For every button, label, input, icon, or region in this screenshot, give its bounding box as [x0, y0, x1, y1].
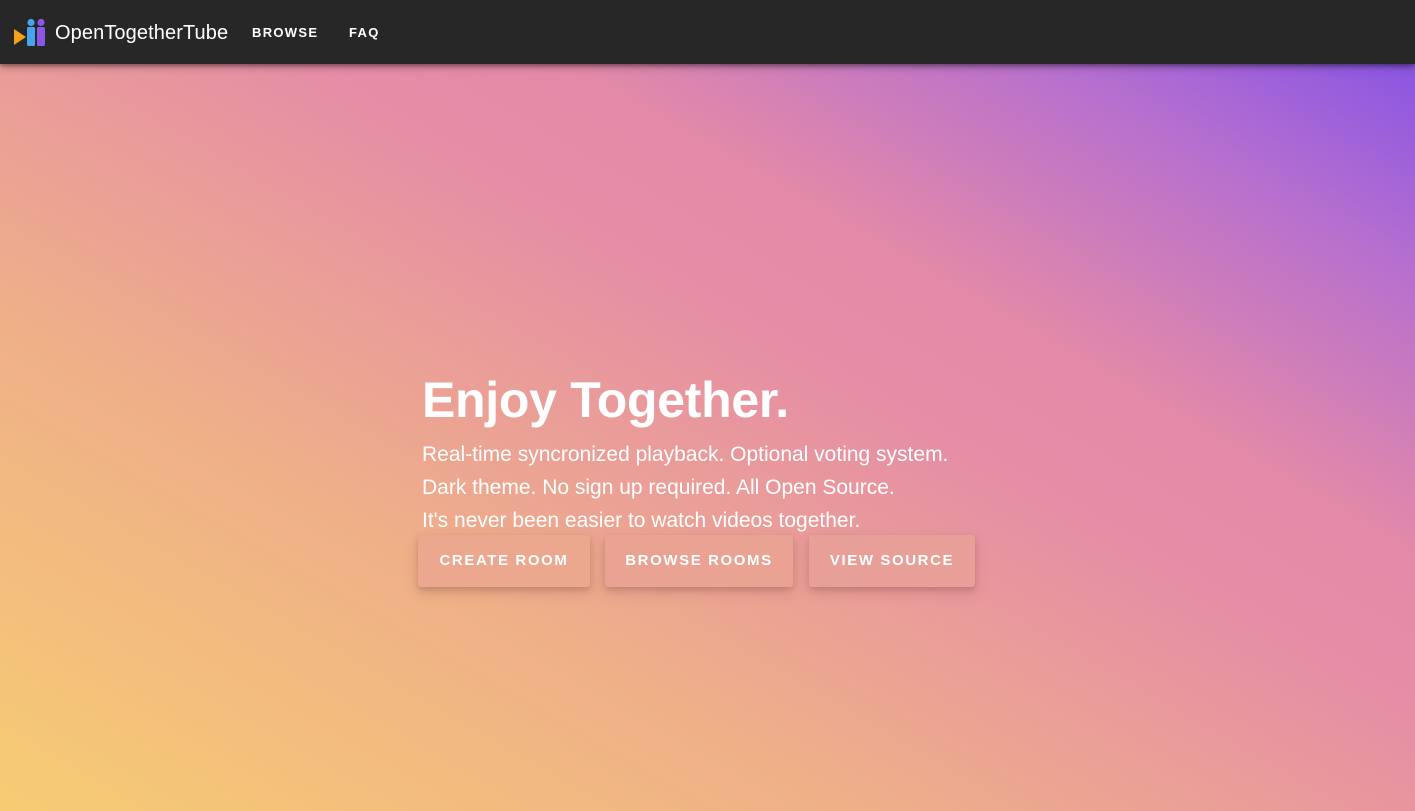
nav-faq-link[interactable]: FAQ: [349, 22, 380, 44]
hero-tagline-line: Dark theme. No sign up required. All Ope…: [422, 476, 895, 499]
top-app-bar: OpenTogetherTube BROWSE FAQ: [0, 0, 1415, 64]
view-source-button[interactable]: VIEW SOURCE: [809, 535, 975, 587]
hero-tagline-line: It's never been easier to watch videos t…: [422, 509, 861, 532]
create-room-button[interactable]: CREATE ROOM: [418, 535, 590, 587]
opentogethertube-logo-icon: [14, 18, 45, 46]
nav-browse-link[interactable]: BROWSE: [252, 22, 318, 44]
hero-tagline-line: Real-time syncronized playback. Optional…: [422, 443, 949, 466]
brand[interactable]: OpenTogetherTube: [14, 18, 228, 48]
browse-rooms-button[interactable]: BROWSE ROOMS: [605, 535, 793, 587]
hero-title: Enjoy Together.: [422, 372, 789, 428]
brand-name: OpenTogetherTube: [55, 21, 229, 44]
hero-tagline: Real-time syncronized playback. Optional…: [422, 438, 948, 537]
